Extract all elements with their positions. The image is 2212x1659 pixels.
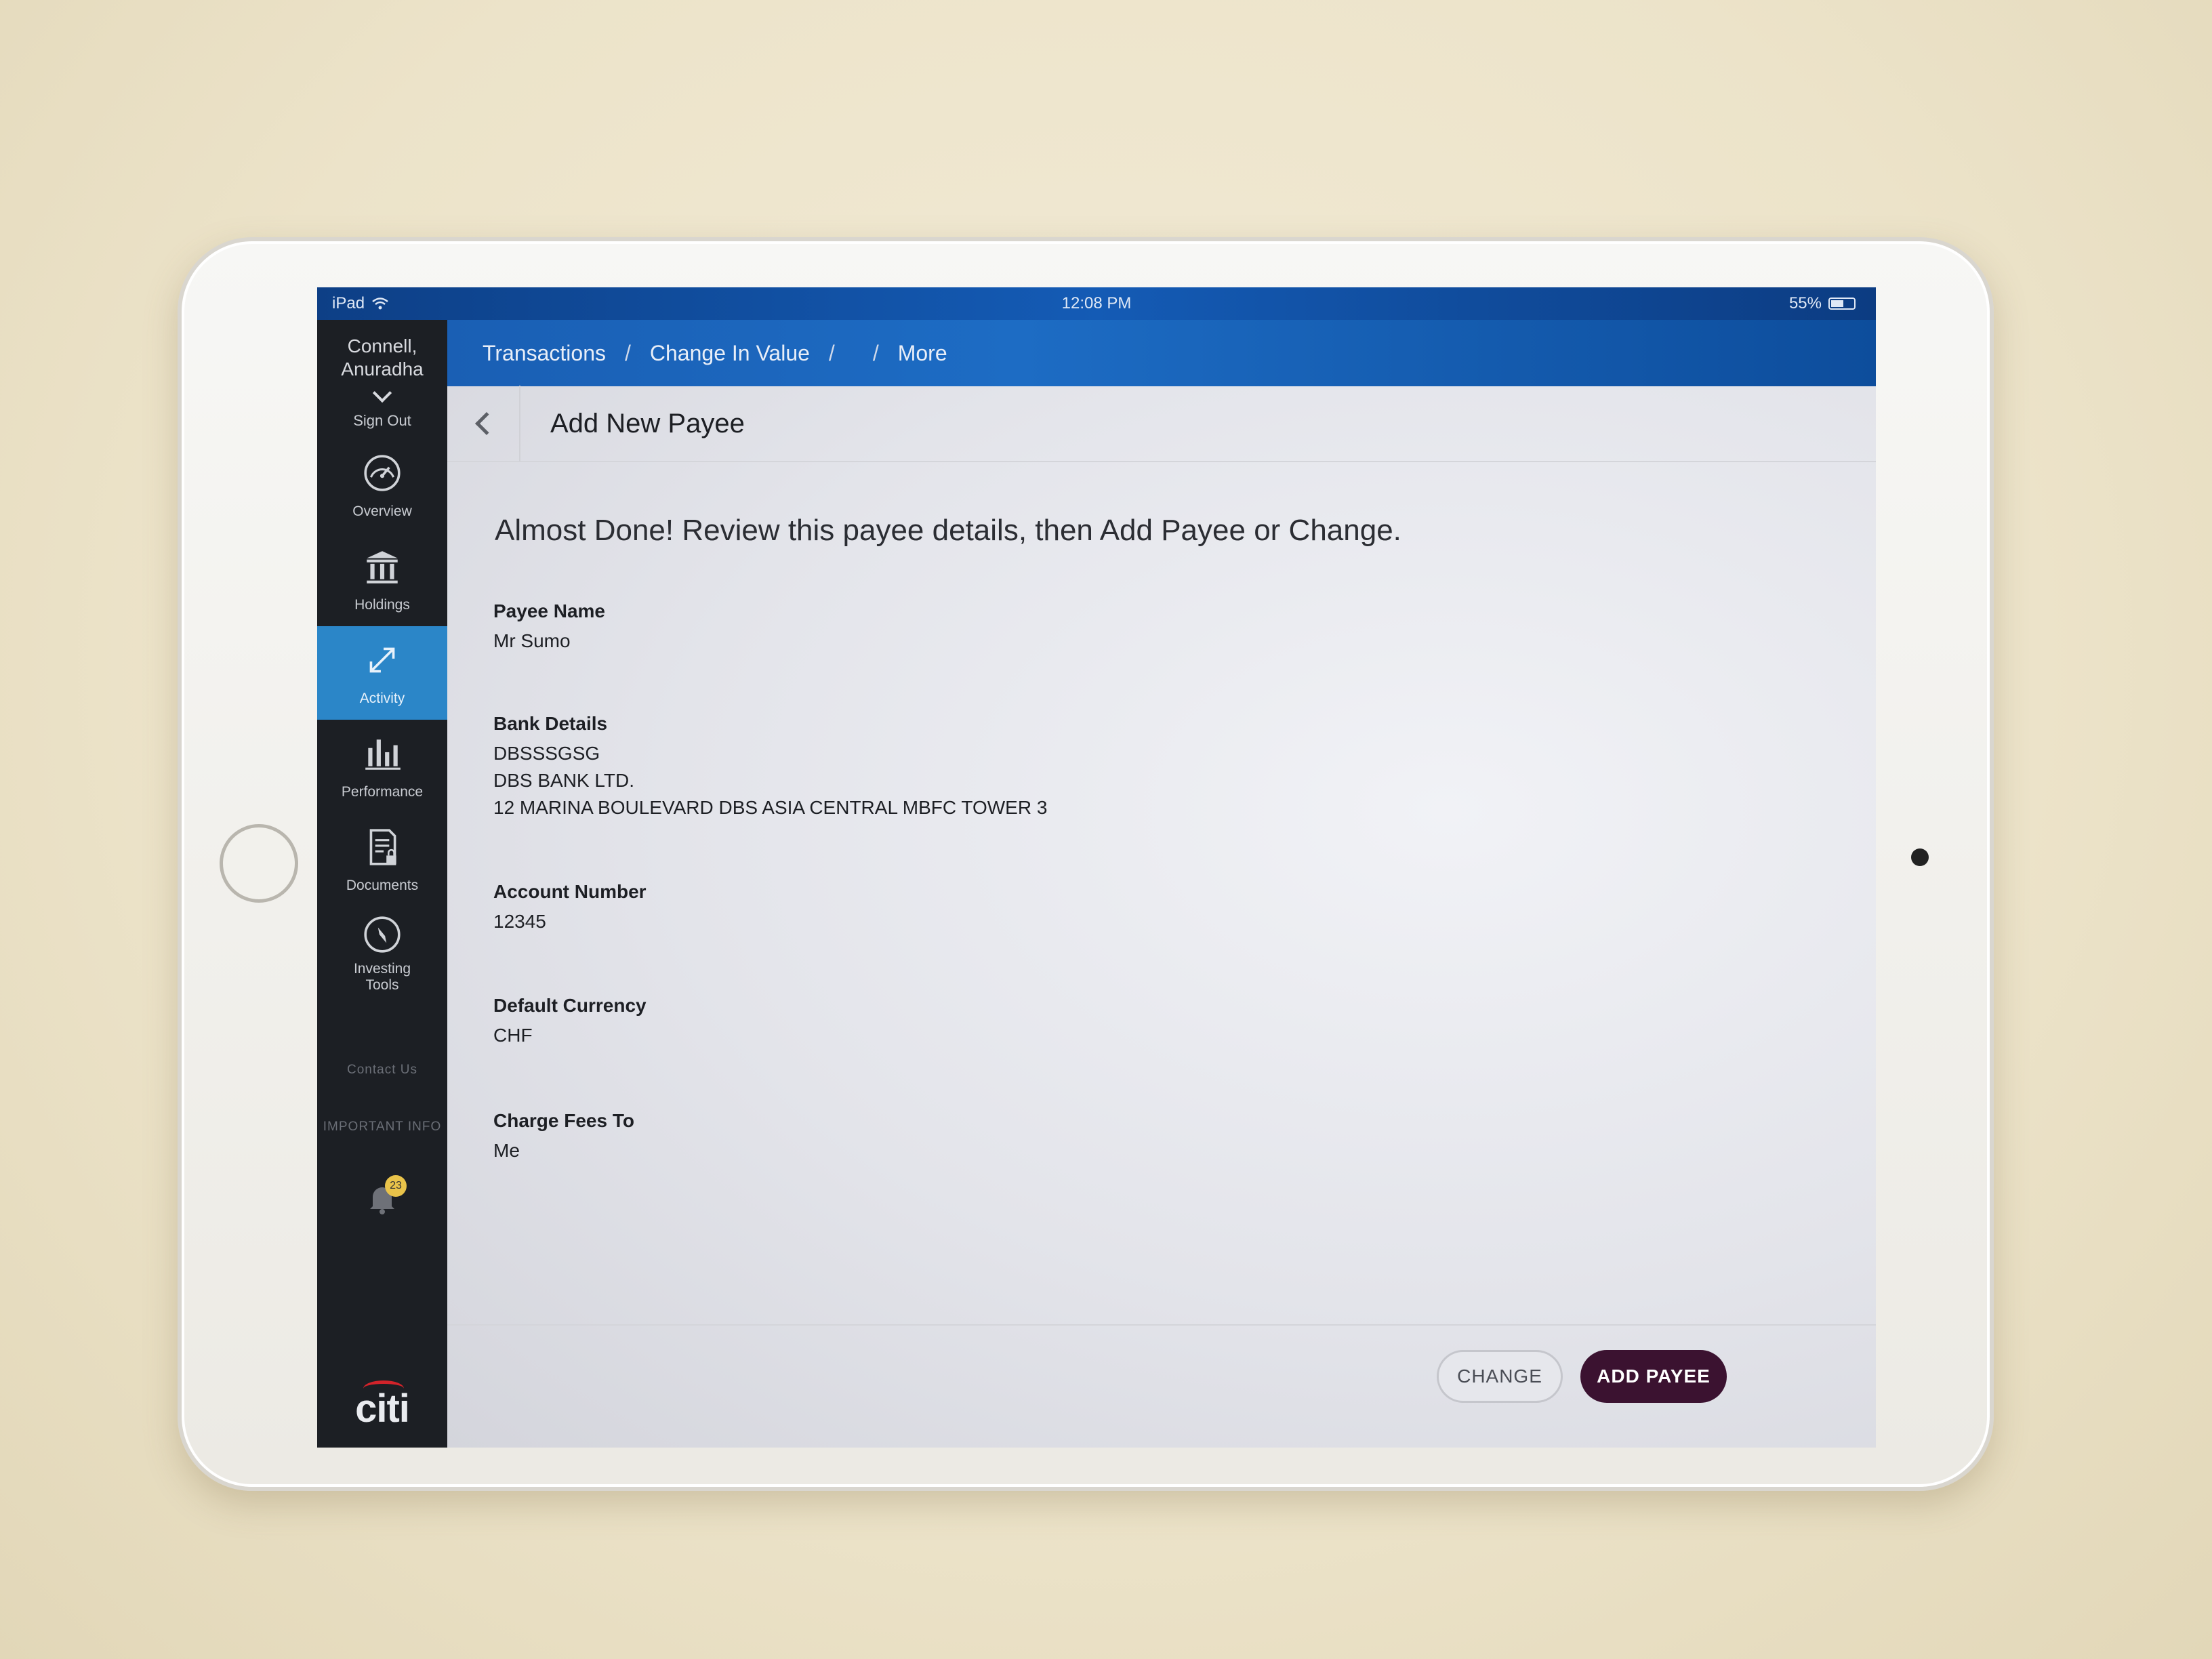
- bank-name: DBS BANK LTD.: [493, 770, 634, 791]
- bank-swift-code: DBSSSGSG: [493, 743, 600, 764]
- home-button[interactable]: [220, 824, 298, 903]
- default-currency-label: Default Currency: [493, 995, 647, 1016]
- user-name-line1: Connell,: [347, 335, 417, 356]
- nav-label-investing: Investing: [353, 961, 411, 977]
- breadcrumb-separator: /: [625, 340, 631, 365]
- status-time: 12:08 PM: [1061, 294, 1132, 312]
- chevron-down-icon[interactable]: [372, 383, 392, 403]
- battery-icon: [1828, 298, 1856, 310]
- contact-us-link[interactable]: Contact Us: [317, 1063, 447, 1078]
- charge-fees-field: Charge Fees To Me: [493, 1110, 634, 1164]
- user-menu[interactable]: Connell, Anuradha: [317, 320, 447, 403]
- nav-item-documents[interactable]: Documents: [317, 813, 447, 907]
- default-currency-field: Default Currency CHF: [493, 995, 647, 1049]
- status-bar: iPad 12:08 PM 55%: [317, 287, 1876, 320]
- payee-name-value: Mr Sumo: [493, 630, 571, 651]
- ipad-device: iPad 12:08 PM 55% Connell, Anuradha Sign…: [178, 237, 1994, 1491]
- bar-chart-icon: [365, 739, 401, 770]
- gauge-icon: [364, 455, 401, 491]
- footer-divider: [447, 1324, 1876, 1326]
- breadcrumb-change-in-value[interactable]: Change In Value: [650, 341, 810, 366]
- nav-item-holdings[interactable]: Holdings: [317, 533, 447, 626]
- nav-item-investing-tools[interactable]: Investing Tools: [317, 907, 447, 1000]
- nav-label-tools: Tools: [365, 977, 399, 993]
- bank-icon: [367, 551, 398, 583]
- notification-badge: 23: [385, 1175, 407, 1197]
- nav-item-overview[interactable]: Overview: [317, 439, 447, 533]
- sidebar: Connell, Anuradha Sign Out Overview Hold…: [317, 320, 447, 1448]
- nav-label-performance: Performance: [341, 784, 424, 800]
- account-number-label: Account Number: [493, 881, 647, 902]
- nav-item-activity[interactable]: Activity: [317, 626, 447, 720]
- important-info-link[interactable]: IMPORTANT INFO: [317, 1120, 447, 1134]
- page-header: Add New Payee: [447, 386, 1876, 462]
- breadcrumb-separator: /: [828, 340, 835, 365]
- chevron-left-icon: [475, 412, 498, 435]
- add-payee-button[interactable]: ADD PAYEE: [1580, 1350, 1727, 1403]
- citi-logo-arc: [363, 1380, 405, 1397]
- default-currency-value: CHF: [493, 1025, 533, 1046]
- payee-name-field: Payee Name Mr Sumo: [493, 600, 605, 655]
- nav-label-overview: Overview: [352, 504, 412, 519]
- document-lock-icon: [369, 829, 396, 865]
- breadcrumb: Transactions / Change In Value / / More: [447, 320, 1876, 386]
- bank-address: 12 MARINA BOULEVARD DBS ASIA CENTRAL MBF…: [493, 797, 1048, 818]
- nav-label-activity: Activity: [359, 691, 405, 706]
- user-name-line2: Anuradha: [341, 359, 424, 380]
- main-content: Add New Payee Almost Done! Review this p…: [447, 386, 1876, 1448]
- breadcrumb-transactions[interactable]: Transactions: [483, 341, 606, 366]
- battery-percent: 55%: [1788, 294, 1822, 312]
- screen: iPad 12:08 PM 55% Connell, Anuradha Sign…: [317, 287, 1876, 1448]
- back-button[interactable]: [447, 386, 520, 462]
- breadcrumb-separator: /: [872, 340, 879, 365]
- charge-fees-value: Me: [493, 1140, 520, 1161]
- review-instructions: Almost Done! Review this payee details, …: [495, 514, 1401, 547]
- nav-label-holdings: Holdings: [354, 597, 410, 613]
- change-button[interactable]: CHANGE: [1437, 1350, 1563, 1403]
- bank-details-field: Bank Details DBSSSGSG DBS BANK LTD. 12 M…: [493, 713, 1047, 821]
- page-title: Add New Payee: [550, 408, 745, 438]
- charge-fees-label: Charge Fees To: [493, 1110, 634, 1131]
- account-number-value: 12345: [493, 911, 546, 932]
- payee-name-label: Payee Name: [493, 600, 606, 621]
- citi-logo: citi: [355, 1380, 410, 1431]
- nav-item-performance[interactable]: Performance: [317, 720, 447, 813]
- nav-label-documents: Documents: [346, 878, 419, 893]
- expand-arrows-icon: [369, 647, 395, 673]
- compass-icon: [364, 916, 401, 953]
- camera-dot: [1911, 848, 1929, 866]
- breadcrumb-more[interactable]: More: [898, 341, 947, 366]
- bank-details-label: Bank Details: [493, 713, 608, 734]
- notifications-button[interactable]: 23: [362, 1175, 407, 1218]
- sign-out-link[interactable]: Sign Out: [317, 412, 447, 430]
- account-number-field: Account Number 12345: [493, 881, 647, 935]
